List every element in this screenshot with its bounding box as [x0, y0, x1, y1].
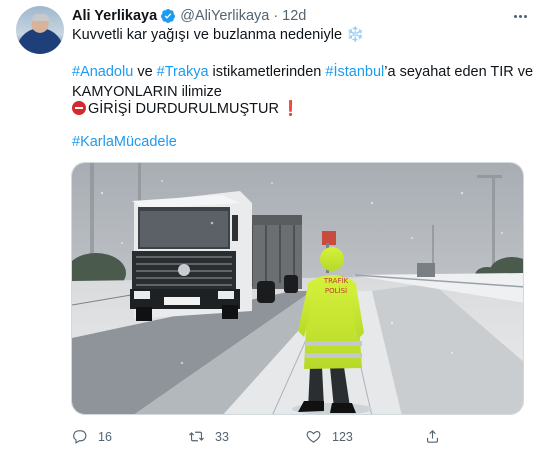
hashtag-istanbul[interactable]: #İstanbul: [325, 64, 384, 80]
tweet-line-5: #KarlaMücadele: [72, 132, 177, 152]
tweet-text: ’a seyahat eden TIR ve: [384, 64, 534, 80]
retweet-count: 33: [215, 429, 229, 444]
reply-count: 16: [98, 429, 112, 444]
hashtag-trakya[interactable]: #Trakya: [157, 64, 209, 80]
tweet-text: ve: [137, 64, 153, 80]
hashtag-anadolu[interactable]: #Anadolu: [72, 64, 133, 80]
like-count: 123: [332, 429, 353, 444]
snowy-highway-photo: TRAFİK POLİSİ: [72, 163, 523, 414]
vest-label-line-2: POLİSİ: [325, 286, 347, 295]
tweet-photo[interactable]: TRAFİK POLİSİ: [71, 162, 524, 415]
share-button[interactable]: [424, 428, 441, 445]
separator-dot: ·: [273, 8, 279, 24]
tweet-line-2: #Anadolu ve #Trakya istikametlerinden #İ…: [72, 62, 533, 82]
no-entry-icon: [72, 101, 86, 115]
more-options-icon[interactable]: [509, 5, 531, 27]
reply-button[interactable]: 16: [71, 428, 112, 445]
tweet-timestamp[interactable]: 12d: [282, 8, 306, 24]
share-icon: [426, 430, 439, 443]
tweet-text-emphasis: GİRİŞİ DURDURULMUŞTUR: [88, 101, 279, 117]
hashtag-karlamucadele[interactable]: #KarlaMücadele: [72, 134, 177, 150]
author-handle[interactable]: @AliYerlikaya: [180, 8, 269, 24]
tweet-text: Kuvvetli kar yağışı ve buzlanma nedeniyl…: [72, 27, 343, 43]
reply-icon: [73, 430, 87, 444]
like-button[interactable]: 123: [305, 428, 353, 445]
retweet-icon: [189, 431, 204, 442]
vest-label-line-1: TRAFİK: [323, 276, 349, 285]
snowflake-icon: ❄️: [346, 27, 365, 43]
tweet-header: Ali Yerlikaya @AliYerlikaya · 12d: [72, 7, 306, 25]
verified-badge-icon: [161, 9, 176, 23]
tweet-actions: 16 33 123: [71, 428, 481, 446]
exclamation-icon: ❗: [281, 101, 300, 117]
tweet-line-1: Kuvvetli kar yağışı ve buzlanma nedeniyl…: [72, 25, 364, 45]
author-name[interactable]: Ali Yerlikaya: [72, 8, 157, 24]
retweet-button[interactable]: 33: [188, 428, 229, 445]
author-avatar[interactable]: [16, 6, 64, 54]
heart-icon: [306, 430, 321, 443]
tweet-line-4: GİRİŞİ DURDURULMUŞTUR ❗: [72, 99, 300, 119]
tweet-text: istikametlerinden: [212, 64, 322, 80]
